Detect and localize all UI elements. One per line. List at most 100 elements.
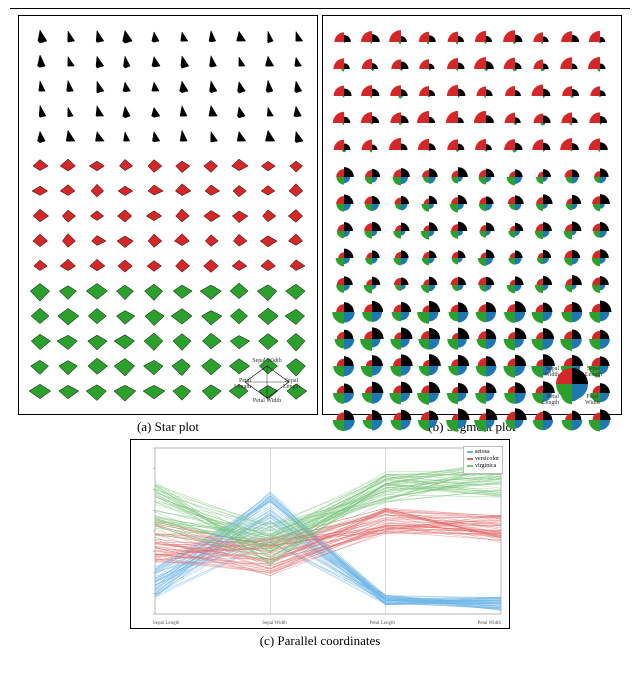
segment-glyph xyxy=(474,354,500,378)
star-glyph xyxy=(113,180,139,202)
star-glyph xyxy=(113,155,139,177)
segment-glyph xyxy=(445,192,471,216)
star-glyph xyxy=(255,280,281,302)
star-glyph xyxy=(56,280,82,302)
segment-glyph xyxy=(331,327,357,351)
star-glyph xyxy=(56,380,82,402)
star-glyph xyxy=(56,105,82,127)
star-glyph xyxy=(84,280,110,302)
segment-glyph xyxy=(588,300,614,324)
star-glyph xyxy=(141,30,167,52)
segment-glyph xyxy=(388,219,414,243)
panel-star-plot: Sepal Width Sepal Length Petal Width Pet… xyxy=(18,15,318,435)
parallel-coords-legend: setosa versicolor virginica xyxy=(463,446,503,474)
star-glyph xyxy=(141,230,167,252)
star-glyph xyxy=(170,80,196,102)
star-glyph xyxy=(141,180,167,202)
star-glyph xyxy=(84,255,110,277)
segment-glyph xyxy=(331,300,357,324)
legend-tl: Sepal Width xyxy=(544,366,559,378)
segment-plot-frame: Sepal Width Sepal Length Petal Length Pe… xyxy=(322,15,622,415)
segment-glyph xyxy=(588,30,614,54)
star-glyph xyxy=(84,55,110,77)
segment-glyph xyxy=(388,30,414,54)
segment-glyph xyxy=(331,138,357,162)
segment-glyph xyxy=(559,165,585,189)
segment-glyph xyxy=(388,300,414,324)
star-glyph xyxy=(170,105,196,127)
star-glyph xyxy=(84,80,110,102)
star-glyph xyxy=(170,130,196,152)
segment-glyph xyxy=(417,84,443,108)
segment-glyph xyxy=(417,246,443,270)
segment-glyph xyxy=(445,57,471,81)
star-glyph xyxy=(84,355,110,377)
segment-glyph xyxy=(331,273,357,297)
segment-glyph xyxy=(360,138,386,162)
segment-glyph xyxy=(360,84,386,108)
segment-glyph xyxy=(331,246,357,270)
segment-glyph xyxy=(445,219,471,243)
star-glyph xyxy=(141,355,167,377)
star-glyph xyxy=(27,305,53,327)
star-glyph xyxy=(56,330,82,352)
segment-glyph xyxy=(388,57,414,81)
star-glyph xyxy=(255,255,281,277)
top-row: Sepal Width Sepal Length Petal Width Pet… xyxy=(10,15,630,435)
segment-glyph xyxy=(417,300,443,324)
star-glyph xyxy=(27,230,53,252)
axis-label: Petal Length xyxy=(369,621,394,626)
segment-glyph xyxy=(559,300,585,324)
segment-glyph xyxy=(388,327,414,351)
star-glyph xyxy=(141,380,167,402)
segment-glyph xyxy=(531,273,557,297)
star-glyph xyxy=(170,305,196,327)
segment-glyph xyxy=(531,57,557,81)
star-glyph xyxy=(56,255,82,277)
segment-glyph xyxy=(417,354,443,378)
star-glyph xyxy=(84,180,110,202)
segment-glyph xyxy=(502,138,528,162)
segment-glyph xyxy=(559,246,585,270)
star-glyph xyxy=(84,230,110,252)
segment-glyph xyxy=(417,165,443,189)
star-glyph xyxy=(113,330,139,352)
segment-glyph xyxy=(474,327,500,351)
segment-glyph xyxy=(445,138,471,162)
star-glyph xyxy=(170,355,196,377)
star-glyph xyxy=(198,280,224,302)
segment-glyph xyxy=(531,219,557,243)
segment-glyph xyxy=(388,354,414,378)
star-glyph xyxy=(198,130,224,152)
segment-glyph xyxy=(445,84,471,108)
star-glyph xyxy=(284,255,310,277)
segment-glyph xyxy=(331,192,357,216)
segment-glyph xyxy=(331,111,357,135)
segment-glyph xyxy=(531,300,557,324)
star-glyph xyxy=(141,280,167,302)
segment-glyph xyxy=(360,354,386,378)
segment-glyph xyxy=(502,219,528,243)
star-glyph xyxy=(198,105,224,127)
segment-glyph xyxy=(331,84,357,108)
segment-glyph xyxy=(559,327,585,351)
star-glyph xyxy=(198,355,224,377)
segment-glyph xyxy=(531,246,557,270)
star-glyph xyxy=(170,255,196,277)
star-glyph xyxy=(255,330,281,352)
segment-glyph xyxy=(502,408,528,432)
segment-glyph xyxy=(502,273,528,297)
star-glyph xyxy=(198,30,224,52)
segment-glyph xyxy=(360,57,386,81)
segment-glyph xyxy=(559,219,585,243)
star-glyph xyxy=(113,355,139,377)
legend-right: Sepal Length xyxy=(283,378,300,390)
star-glyph xyxy=(227,180,253,202)
star-glyph xyxy=(113,305,139,327)
segment-glyph xyxy=(331,408,357,432)
star-glyph xyxy=(198,230,224,252)
segment-glyph xyxy=(360,381,386,405)
star-glyph xyxy=(198,380,224,402)
star-glyph xyxy=(255,30,281,52)
caption-a: (a) Star plot xyxy=(18,419,318,435)
